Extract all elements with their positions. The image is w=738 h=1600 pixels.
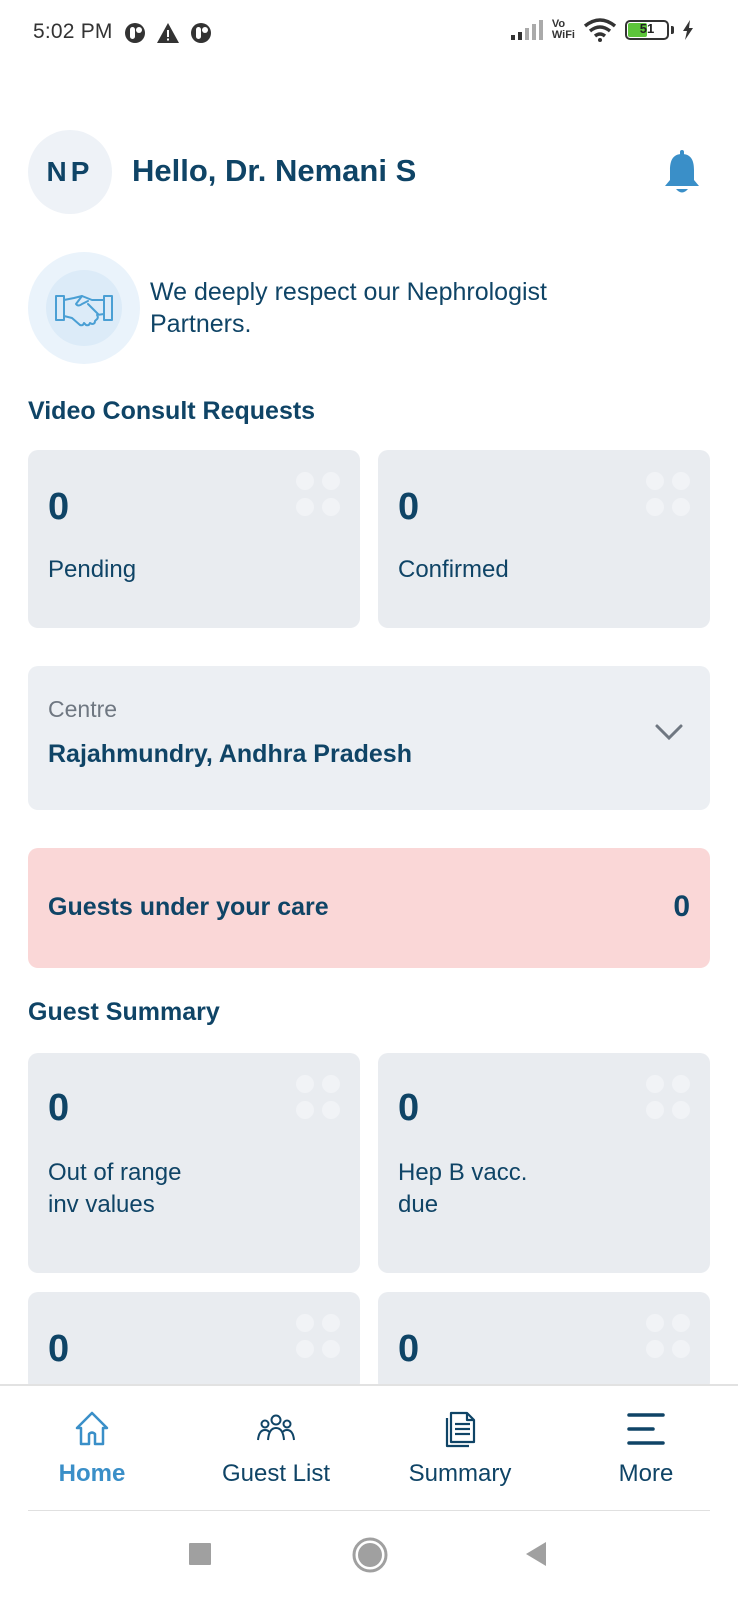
grid-dots-icon (296, 1314, 340, 1358)
grid-dots-icon (296, 1075, 340, 1119)
confirmed-requests-card[interactable]: 0 Confirmed (378, 450, 710, 628)
nav-label-summary: Summary (408, 1460, 512, 1487)
nav-label-guest-list: Guest List (221, 1460, 331, 1487)
signal-icon (510, 20, 543, 40)
summary-card-3[interactable]: 0 (28, 1292, 360, 1392)
pending-count: 0 (48, 486, 70, 528)
status-system-icons: Vo WiFi 51 (510, 18, 694, 42)
guests-under-care-count: 0 (673, 890, 690, 923)
avatar[interactable]: NP (28, 130, 112, 214)
recents-button[interactable] (188, 1542, 212, 1566)
grid-dots-icon (646, 472, 690, 516)
data-saver-icon (125, 23, 145, 43)
nav-label-more: More (618, 1460, 674, 1487)
grid-dots-icon (296, 472, 340, 516)
confirmed-label: Confirmed (398, 556, 509, 583)
users-icon (257, 1414, 295, 1441)
warning-icon (157, 23, 179, 43)
pending-requests-card[interactable]: 0 Pending (28, 450, 360, 628)
centre-value: Rajahmundry, Andhra Pradesh (48, 740, 412, 768)
hep-b-vacc-count: 0 (398, 1087, 420, 1129)
battery-indicator: 51 (625, 20, 669, 40)
charging-icon (683, 20, 693, 40)
video-consult-title: Video Consult Requests (28, 397, 316, 425)
hep-b-vacc-label: Hep B vacc. due (398, 1159, 528, 1218)
wifi-icon (583, 18, 617, 42)
document-icon (445, 1411, 476, 1448)
vowifi-indicator: Vo WiFi (551, 18, 575, 41)
hep-b-vacc-card[interactable]: 0 Hep B vacc. due (378, 1053, 710, 1273)
pending-label: Pending (48, 556, 137, 583)
summary-card-4[interactable]: 0 (378, 1292, 710, 1392)
grid-dots-icon (646, 1075, 690, 1119)
summary-card-3-count: 0 (48, 1328, 70, 1370)
nav-item-guest-list[interactable]: Guest List (184, 1410, 368, 1488)
guests-under-care-banner[interactable]: Guests under your care 0 (28, 848, 710, 968)
respect-icon-container (28, 252, 140, 364)
nav-item-summary[interactable]: Summary (368, 1410, 552, 1488)
menu-icon (627, 1413, 665, 1445)
centre-label: Centre (48, 696, 118, 722)
back-button[interactable] (524, 1540, 548, 1568)
handshake-icon (55, 295, 113, 327)
confirmed-count: 0 (398, 486, 420, 528)
respect-message: We deeply respect our Nephrologist Partn… (150, 278, 547, 338)
out-of-range-card[interactable]: 0 Out of range inv values (28, 1053, 360, 1273)
guests-under-care-label: Guests under your care (48, 893, 329, 921)
bottom-nav: Home Guest List Summary More (0, 1384, 738, 1512)
status-bar: 5:02 PM Vo WiFi 51 (0, 0, 738, 70)
chevron-down-icon (655, 724, 683, 741)
guest-summary-title: Guest Summary (28, 998, 220, 1026)
system-nav-bar (0, 1512, 738, 1600)
home-icon (75, 1411, 109, 1446)
grid-dots-icon (646, 1314, 690, 1358)
status-time: 5:02 PM (33, 20, 113, 43)
nav-item-more[interactable]: More (554, 1410, 738, 1488)
bell-icon[interactable] (660, 148, 704, 196)
greeting-title: Hello, Dr. Nemani S (132, 153, 417, 188)
battery-cap (671, 26, 674, 34)
out-of-range-label: Out of range inv values (48, 1159, 182, 1218)
avatar-initials: NP (46, 156, 94, 187)
status-notification-icons (124, 22, 212, 44)
out-of-range-count: 0 (48, 1087, 70, 1129)
data-saver-icon (191, 23, 211, 43)
nav-divider (28, 1510, 710, 1511)
summary-card-4-count: 0 (398, 1328, 420, 1370)
nav-item-home[interactable]: Home (0, 1410, 184, 1488)
nav-label-home: Home (58, 1460, 126, 1487)
home-button[interactable] (352, 1537, 388, 1573)
centre-select[interactable]: Centre Rajahmundry, Andhra Pradesh (28, 666, 710, 810)
battery-level: 51 (639, 21, 655, 36)
